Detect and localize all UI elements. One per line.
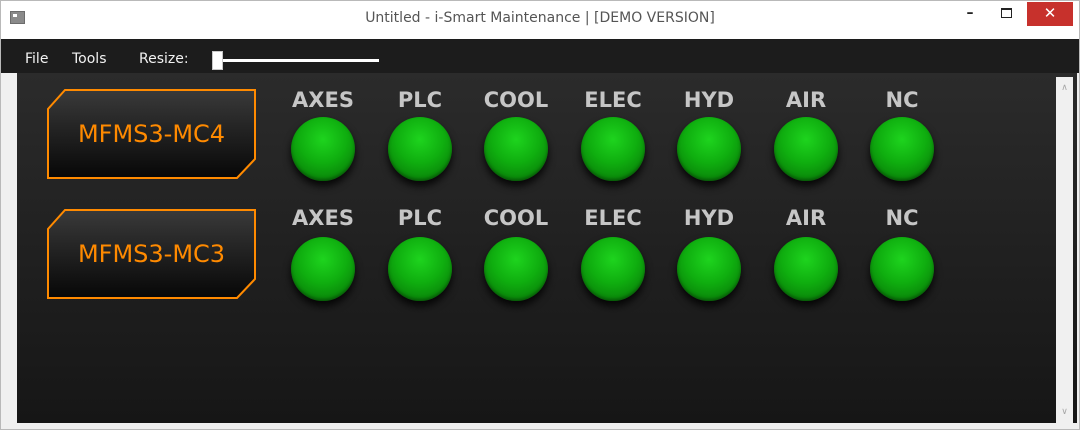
status-indicator-plc[interactable] <box>388 117 452 181</box>
menu-tools[interactable]: Tools <box>72 51 107 67</box>
machine-label-button[interactable]: MFMS3-MC3 <box>47 209 256 299</box>
title-bar[interactable]: Untitled - i-Smart Maintenance | [DEMO V… <box>1 1 1079 39</box>
status-label-elec: ELEC <box>584 88 642 112</box>
resize-slider-thumb[interactable] <box>212 51 223 70</box>
status-label-air: AIR <box>785 206 827 230</box>
status-indicator-air[interactable] <box>774 117 838 181</box>
maximize-icon <box>1001 8 1012 18</box>
status-indicator-hyd[interactable] <box>677 237 741 301</box>
machine-name: MFMS3-MC3 <box>77 240 226 268</box>
status-label-nc: NC <box>885 206 919 230</box>
status-label-elec: ELEC <box>584 206 642 230</box>
status-label-plc: PLC <box>397 206 443 230</box>
status-label-axes: AXES <box>292 88 354 112</box>
vertical-scrollbar[interactable]: ∧ ∨ <box>1056 77 1073 423</box>
menu-bar: File Tools Resize: <box>1 39 1079 73</box>
app-window: Untitled - i-Smart Maintenance | [DEMO V… <box>0 0 1080 430</box>
status-label-plc: PLC <box>397 88 443 112</box>
status-label-air: AIR <box>785 88 827 112</box>
status-indicator-plc[interactable] <box>388 237 452 301</box>
maximize-button[interactable] <box>989 2 1023 26</box>
status-indicator-nc[interactable] <box>870 117 934 181</box>
status-label-cool: COOL <box>483 206 549 230</box>
status-indicator-elec[interactable] <box>581 117 645 181</box>
status-indicator-cool[interactable] <box>484 117 548 181</box>
resize-label: Resize: <box>139 51 189 67</box>
scroll-down-icon[interactable]: ∨ <box>1056 405 1073 419</box>
close-button[interactable]: ✕ <box>1027 2 1073 26</box>
status-indicator-air[interactable] <box>774 237 838 301</box>
status-label-hyd: HYD <box>683 88 735 112</box>
status-indicator-axes[interactable] <box>291 117 355 181</box>
status-indicator-axes[interactable] <box>291 237 355 301</box>
status-indicator-elec[interactable] <box>581 237 645 301</box>
status-indicator-nc[interactable] <box>870 237 934 301</box>
status-indicator-cool[interactable] <box>484 237 548 301</box>
status-label-nc: NC <box>885 88 919 112</box>
window-title: Untitled - i-Smart Maintenance | [DEMO V… <box>365 10 715 26</box>
menu-file[interactable]: File <box>25 51 48 67</box>
status-indicator-hyd[interactable] <box>677 117 741 181</box>
status-label-hyd: HYD <box>683 206 735 230</box>
machine-label-button[interactable]: MFMS3-MC4 <box>47 89 256 179</box>
minimize-button[interactable]: – <box>953 2 987 26</box>
resize-slider-track[interactable] <box>219 59 379 62</box>
scroll-up-icon[interactable]: ∧ <box>1056 81 1073 95</box>
machine-name: MFMS3-MC4 <box>77 120 226 148</box>
status-label-axes: AXES <box>292 206 354 230</box>
status-label-cool: COOL <box>483 88 549 112</box>
